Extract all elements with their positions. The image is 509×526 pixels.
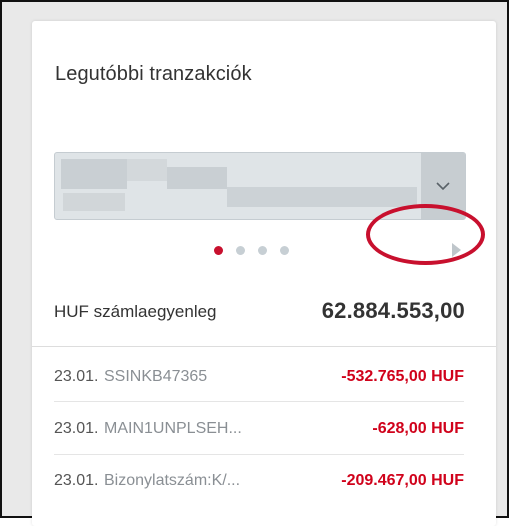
redacted-account-number: [227, 187, 417, 207]
transaction-row[interactable]: 23.01. Bizonylatszám:K/... -209.467,00 H…: [54, 472, 464, 512]
balance-label: HUF számlaegyenleg: [54, 302, 217, 321]
transaction-reference: MAIN1UNPLSEH...: [104, 420, 242, 437]
screenshot-frame: Legutóbbi tranzakciók HUF számlaegyenleg…: [0, 0, 509, 526]
next-arrow-highlight-circle: [366, 204, 485, 265]
transaction-reference: Bizonylatszám:K/...: [104, 472, 241, 489]
transaction-amount: -209.467,00 HUF: [341, 472, 464, 489]
pager-dot-1[interactable]: [214, 246, 223, 255]
redacted-account-number: [63, 193, 125, 211]
redacted-account-name: [61, 159, 127, 189]
transaction-date: 23.01.: [54, 420, 99, 437]
row-divider: [54, 401, 464, 402]
pager-dot-3[interactable]: [258, 246, 267, 255]
redacted-account-name: [127, 159, 167, 181]
pager-dot-2[interactable]: [236, 246, 245, 255]
card-title: Legutóbbi tranzakciók: [55, 63, 252, 85]
carousel-pager: [214, 246, 289, 255]
transaction-amount: -628,00 HUF: [372, 420, 464, 437]
redacted-account-name: [167, 167, 227, 189]
transaction-amount: -532.765,00 HUF: [341, 368, 464, 385]
balance-value: 62.884.553,00: [321, 298, 465, 323]
transaction-date: 23.01.: [54, 368, 99, 385]
section-divider: [32, 346, 496, 347]
transaction-reference: SSINKB47365: [104, 368, 208, 385]
row-divider: [54, 454, 464, 455]
recent-transactions-card: Legutóbbi tranzakciók HUF számlaegyenleg…: [32, 21, 496, 526]
pager-dot-4[interactable]: [280, 246, 289, 255]
transaction-row[interactable]: 23.01. SSINKB47365 -532.765,00 HUF: [54, 368, 464, 408]
transaction-date: 23.01.: [54, 472, 99, 489]
chevron-down-icon: [436, 181, 450, 190]
